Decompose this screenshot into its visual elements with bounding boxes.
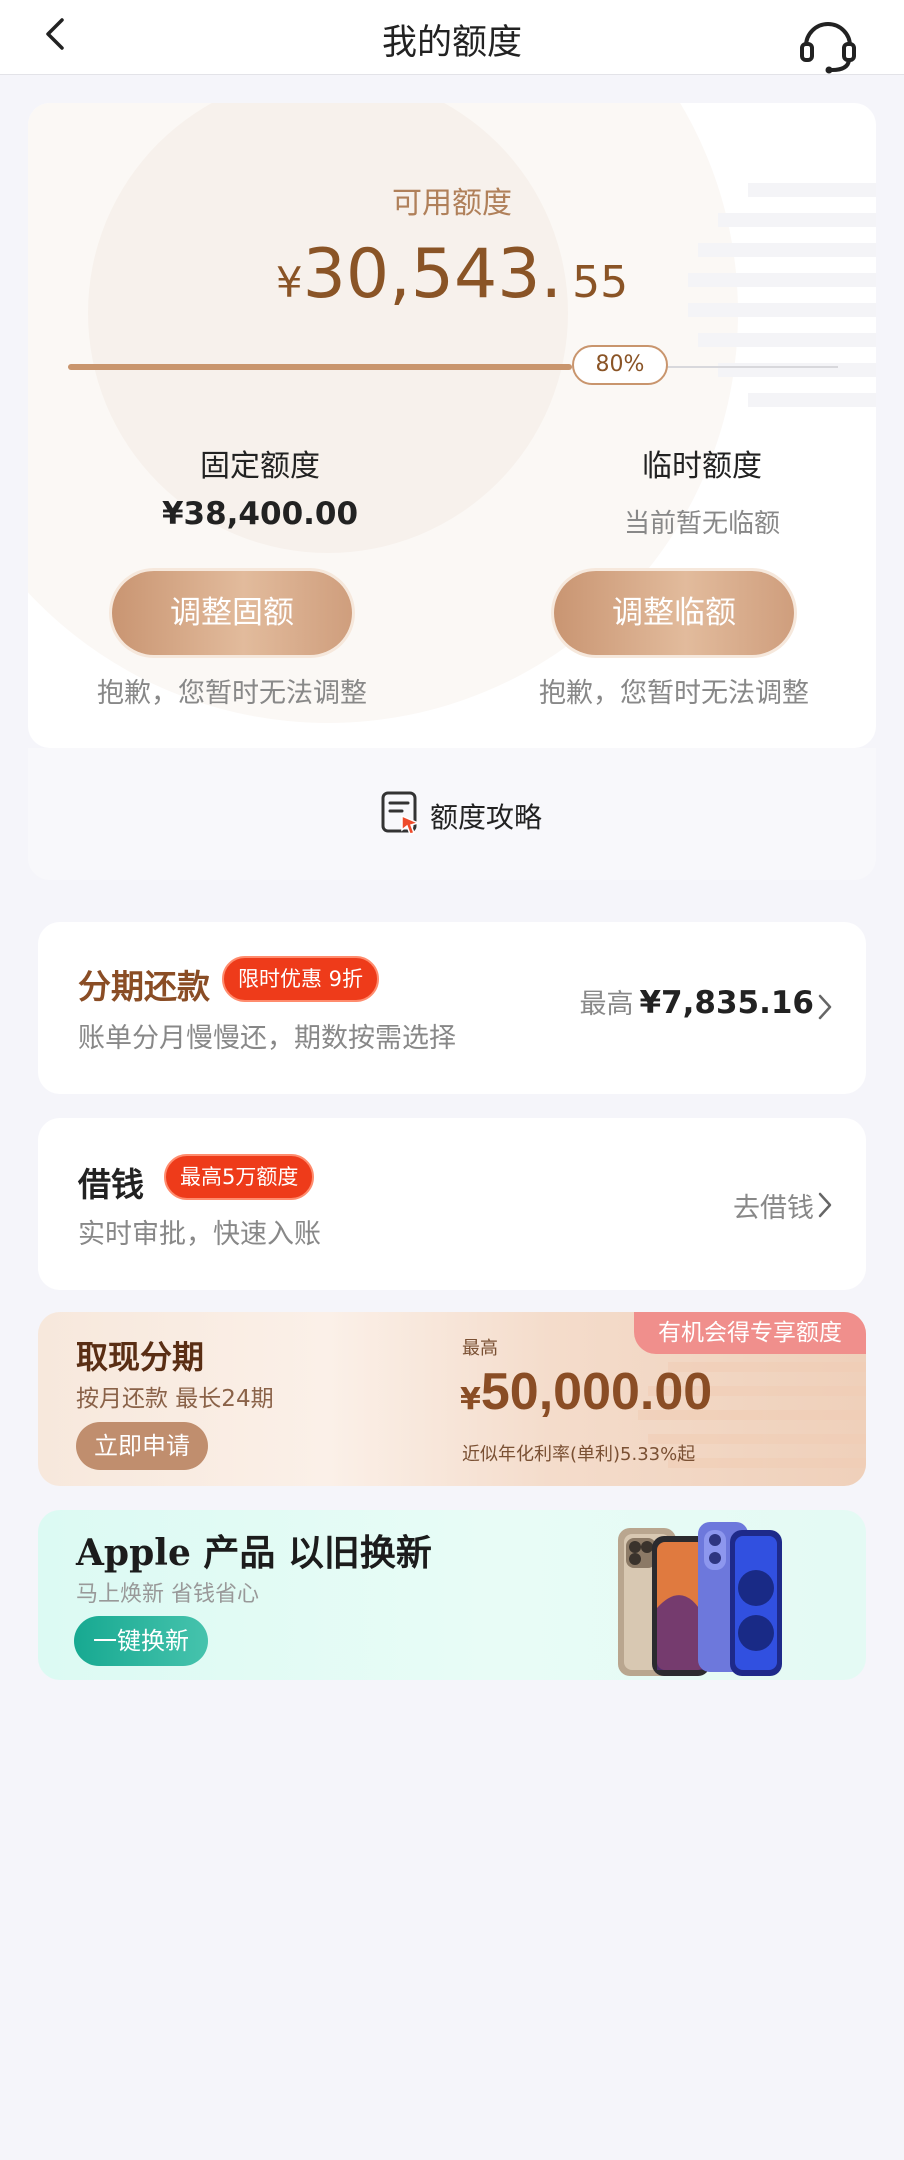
- top-nav-bar: 我的额度: [0, 0, 904, 75]
- adjust-temp-quota-button[interactable]: 调整临额: [554, 571, 794, 655]
- installment-discount-badge: 限时优惠 9折: [222, 956, 380, 1002]
- borrow-subtitle: 实时审批，快速入账: [78, 1219, 321, 1250]
- one-click-tradein-button[interactable]: 一键换新: [74, 1616, 208, 1666]
- borrow-quota-badge: 最高5万额度: [164, 1154, 315, 1200]
- cash-max-label: 最高: [462, 1338, 498, 1359]
- apple-promo-subtitle: 马上焕新 省钱省心: [76, 1582, 259, 1607]
- cash-currency: ¥: [460, 1382, 481, 1417]
- progress-percent-badge: 80%: [572, 345, 668, 385]
- available-quota-amount: ¥30,543. 55: [28, 235, 876, 314]
- borrow-title: 借钱: [78, 1165, 144, 1204]
- temp-adjust-note: 抱歉，您暂时无法调整: [539, 678, 809, 709]
- installment-max-label: 最高: [579, 989, 634, 1020]
- cash-installment-banner[interactable]: 有机会得专享额度 取现分期 按月还款 最长24期 立即申请 最高 ¥50,000…: [38, 1312, 866, 1486]
- fixed-quota-title: 固定额度: [200, 449, 320, 484]
- borrow-action: 去借钱: [733, 1193, 814, 1224]
- borrow-card[interactable]: 借钱 最高5万额度 实时审批，快速入账 去借钱: [38, 1118, 866, 1290]
- available-amount-decimal: 55: [572, 257, 629, 308]
- progress-fill: [68, 364, 572, 370]
- temp-quota-title: 临时额度: [642, 449, 762, 484]
- apple-tradein-banner[interactable]: Apple 产品 以旧换新 马上焕新 省钱省心 一键换新: [38, 1510, 866, 1680]
- iphone-product-image: [618, 1522, 782, 1676]
- apple-promo-title: Apple 产品 以旧换新: [76, 1532, 432, 1574]
- available-quota-label: 可用额度: [392, 186, 512, 221]
- cash-amount-value: 50,000.00: [480, 1363, 713, 1421]
- page-title: 我的额度: [381, 23, 522, 63]
- temp-quota-status: 当前暂无临额: [623, 509, 780, 539]
- currency-symbol: ¥: [275, 258, 303, 307]
- strategy-panel: 额度攻略: [28, 748, 876, 880]
- apply-now-button[interactable]: 立即申请: [76, 1422, 208, 1470]
- installment-max: 最高 ¥7,835.16: [579, 982, 814, 1021]
- installment-title: 分期还款: [78, 967, 210, 1006]
- available-amount-main: 30,543.: [302, 235, 563, 314]
- cash-rate-note: 近似年化利率(单利)5.33%起: [462, 1444, 696, 1465]
- strategy-label: 额度攻略: [430, 801, 543, 834]
- chevron-right-icon: [818, 994, 832, 1020]
- exclusive-quota-tag: 有机会得专享额度: [634, 1312, 866, 1354]
- quota-card: 可用额度 ¥30,543. 55 80% 固定额度 ¥38,400.00 临时额度…: [28, 103, 876, 748]
- adjust-fixed-quota-button[interactable]: 调整固额: [112, 571, 352, 655]
- installment-card[interactable]: 分期还款 限时优惠 9折 账单分月慢慢还，期数按需选择 最高 ¥7,835.16: [38, 922, 866, 1094]
- installment-subtitle: 账单分月慢慢还，期数按需选择: [78, 1023, 456, 1054]
- fixed-adjust-note: 抱歉，您暂时无法调整: [97, 678, 367, 709]
- strategy-doc-icon: [381, 791, 421, 835]
- installment-max-amount: ¥7,835.16: [639, 985, 814, 1021]
- cash-installment-title: 取现分期: [76, 1338, 205, 1376]
- cash-max-amount: ¥50,000.00: [460, 1362, 712, 1422]
- chevron-right-icon: [818, 1192, 832, 1218]
- customer-service-icon[interactable]: [798, 16, 858, 76]
- fixed-quota-amount: ¥38,400.00: [161, 496, 359, 532]
- cash-installment-subtitle: 按月还款 最长24期: [76, 1386, 274, 1412]
